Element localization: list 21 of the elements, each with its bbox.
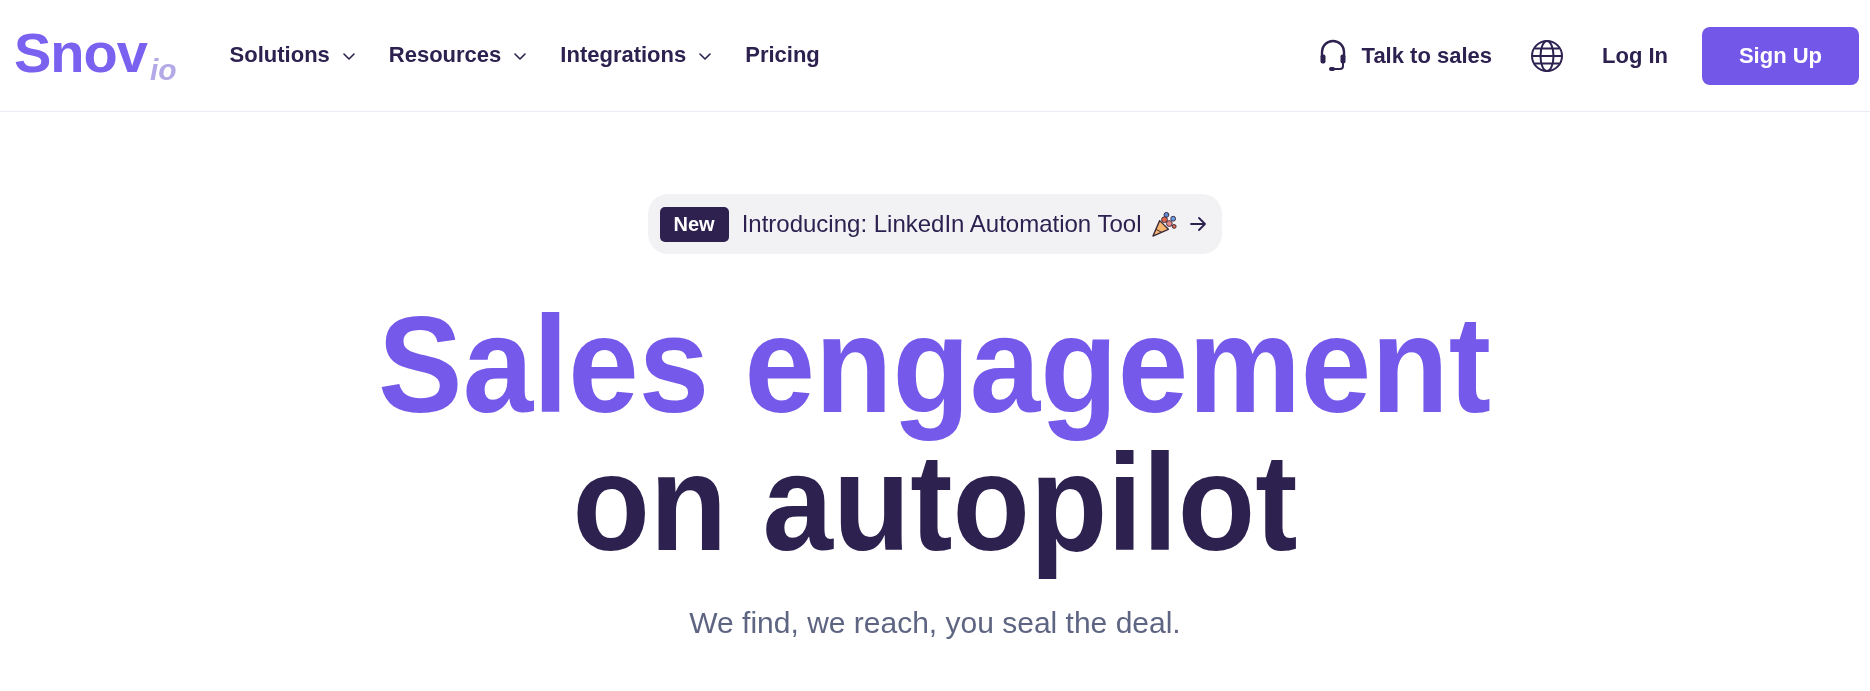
hero-headline: on autopilot	[571, 444, 1298, 581]
sign-up-button[interactable]: Sign Up	[1702, 26, 1859, 85]
announcement-text[interactable]: Introducing: LinkedIn Automation Tool	[741, 210, 1142, 238]
talk-to-sales-link[interactable]: Talk to sales	[1361, 42, 1492, 69]
log-in-link[interactable]: Log In	[1602, 42, 1668, 69]
chevron-down-icon	[342, 53, 355, 60]
new-tag: New	[659, 206, 729, 242]
hero-headline-accent: Sales engagement	[377, 306, 1493, 443]
headset-icon[interactable]	[1318, 39, 1347, 72]
announcement-banner[interactable]: New Introducing: LinkedIn Automation Tool	[647, 194, 1223, 254]
chevron-down-icon	[699, 53, 712, 60]
nav-link[interactable]: Pricing	[745, 42, 820, 69]
arrow-right-icon	[1190, 217, 1208, 231]
party-popper-icon	[1151, 210, 1179, 238]
nav-dropdown[interactable]: Integrations	[560, 42, 712, 69]
hero-subtitle: We find, we reach, you seal the deal.	[689, 605, 1181, 641]
globe-icon[interactable]	[1530, 38, 1564, 73]
nav-dropdown[interactable]: Resources	[388, 42, 527, 69]
logo-wordmark[interactable]: Snov	[14, 24, 149, 81]
nav-dropdown[interactable]: Solutions	[229, 42, 355, 69]
chevron-down-icon	[514, 53, 527, 60]
